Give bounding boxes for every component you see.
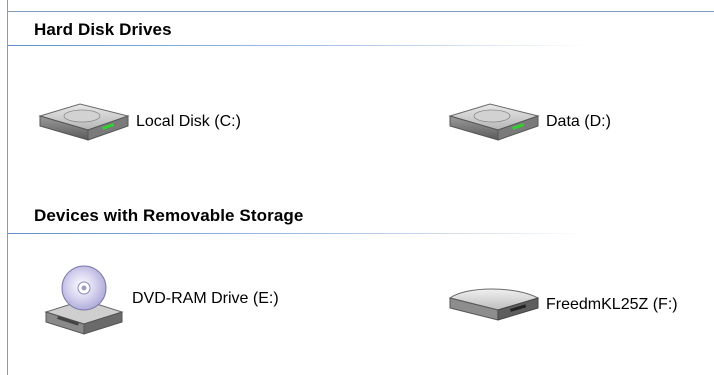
section-header-hard-disk-drives: Hard Disk Drives <box>8 16 708 48</box>
drive-label: DVD-RAM Drive (E:) <box>132 290 279 307</box>
hard-disk-icon <box>36 96 132 148</box>
drive-label: FreedmKL25Z (F:) <box>546 296 678 313</box>
dvd-drive-icon <box>40 262 128 336</box>
section-title: Hard Disk Drives <box>34 20 172 39</box>
drive-label: Data (D:) <box>546 113 611 130</box>
removable-disk-icon <box>446 282 542 328</box>
drive-item-dvd-ram-e[interactable]: DVD-RAM Drive (E:) <box>40 262 279 336</box>
pane-left-border <box>7 0 8 375</box>
section-header-removable-storage: Devices with Removable Storage <box>8 200 708 234</box>
top-rule <box>8 11 714 12</box>
section-divider <box>8 45 588 46</box>
drive-item-data-d[interactable]: Data (D:) <box>446 96 611 148</box>
section-title: Devices with Removable Storage <box>34 206 304 225</box>
hard-disk-icon <box>446 96 542 148</box>
section-divider <box>8 233 588 234</box>
drive-item-freedmkl25z-f[interactable]: FreedmKL25Z (F:) <box>446 282 678 328</box>
drive-item-local-disk-c[interactable]: Local Disk (C:) <box>36 96 241 148</box>
drive-label: Local Disk (C:) <box>136 113 241 130</box>
